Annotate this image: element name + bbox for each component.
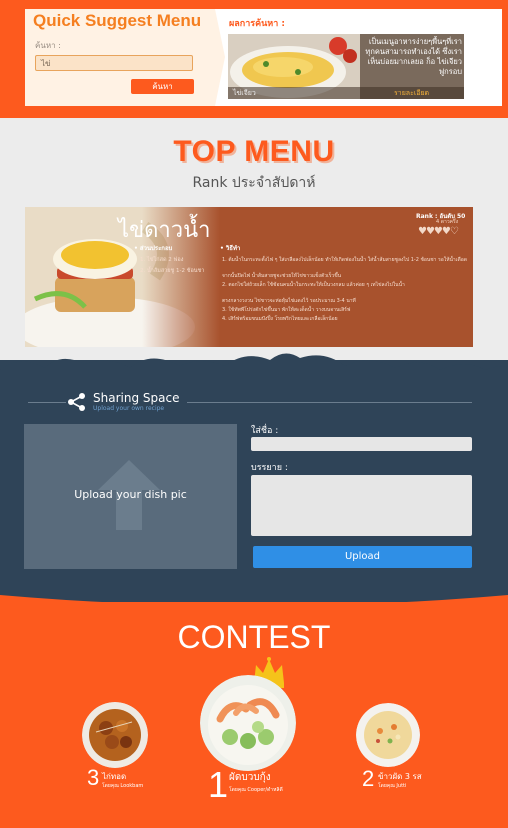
- dish-photo-fried-chicken[interactable]: [82, 702, 148, 768]
- search-button[interactable]: ค้นหา: [131, 79, 194, 94]
- contest-rank-2: 2: [362, 766, 375, 791]
- step-item: 1. ต้มน้ำในกระทะตั้งไฟ ๆ ใส่เกลือลงไปเล็…: [222, 257, 467, 263]
- search-label: ค้นหา :: [35, 41, 61, 50]
- upload-button[interactable]: Upload: [253, 546, 472, 568]
- result-detail-link[interactable]: รายละเอียด: [394, 88, 429, 99]
- contest-title: CONTEST: [177, 619, 331, 655]
- divider: [187, 402, 472, 403]
- contest-dish-name-1: ผัดบวบกุ้ง: [229, 772, 271, 783]
- top-menu-subtitle: Rank ประจำสัปดาห์: [192, 175, 316, 191]
- dish-photo-shrimp-gourd[interactable]: [200, 675, 296, 771]
- result-description: เป็นเมนูอาหารง่ายๆพื้นๆที่เรา ทุกคนสามาร…: [365, 37, 462, 76]
- description-label: บรรยาย :: [251, 463, 288, 473]
- ingredient-item: 2. น้ำส้มสายชู 1-2 ช้อนชา: [140, 268, 205, 274]
- contest-author-1: โดยคุณ Cooper/ดำหลิดี: [229, 787, 283, 793]
- upload-dropzone-label: Upload your dish pic: [74, 488, 187, 501]
- search-input[interactable]: ไข่: [35, 55, 193, 71]
- step-item: ตรงกลางวงวน ไข่ขาวจะห่อหุ้มไข่แดงไว้ รอป…: [222, 298, 356, 304]
- dish-photo-fried-rice[interactable]: [356, 703, 420, 767]
- divider: [28, 402, 66, 403]
- result-dish-name: ไข่เจียว: [233, 89, 256, 97]
- result-label: ผลการค้นหา :: [229, 19, 286, 29]
- ingredient-item: 1. ไข่ไก่สด 2 ฟอง: [140, 257, 184, 263]
- share-icon: [68, 393, 85, 411]
- quick-suggest-title: Quick Suggest Menu: [33, 11, 202, 30]
- ingredients-heading: • ส่วนประกอบ: [134, 245, 173, 252]
- description-textarea[interactable]: [251, 475, 472, 536]
- contest-rank-1: 1: [208, 764, 229, 805]
- recipe-name: ไข่ดาวน้ำ: [118, 218, 211, 243]
- name-input[interactable]: [251, 437, 472, 451]
- cloud-edge: [0, 353, 508, 388]
- step-item: 2. ตอกไข่ใส่ถ้วยเล็ก ใช้ช้อนคนน้ำในกระทะ…: [222, 282, 405, 288]
- step-item: 3. ใช้ทัพพีโปร่งตักไข่ขึ้นมา พักให้สะเด็…: [222, 307, 351, 313]
- step-item: 4. เสิร์ฟพร้อมขนมปังปิ้ง โรยพริกไทยและเก…: [222, 316, 338, 322]
- contest-author-2: โดยคุณ Jutti: [378, 783, 407, 789]
- top-menu-title: TOP MENU: [173, 135, 335, 168]
- panel-arrow: [215, 9, 225, 106]
- steps-heading: • วิธีทำ: [220, 245, 241, 252]
- name-label: ใส่ชื่อ :: [251, 426, 279, 436]
- recipe-rank-detail: 4 ดาวครึ่ง: [436, 219, 459, 225]
- sharing-title: Sharing Space: [93, 391, 180, 405]
- rating-icons: ♥♥♥♥♡: [418, 226, 459, 237]
- contest-rank-3: 3: [87, 765, 100, 790]
- sharing-subtitle: Upload your own recipe: [93, 405, 165, 412]
- contest-author-3: โดยคุณ Lookbam: [102, 783, 144, 789]
- step-item: จากนั้นปิดไฟ น้ำส้มสายชูจะช่วยให้ไข่ขาวแ…: [222, 273, 342, 279]
